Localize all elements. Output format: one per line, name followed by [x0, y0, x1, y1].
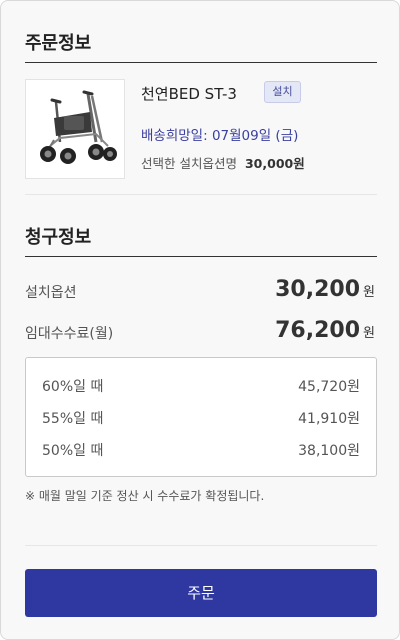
rental-fee-value: 76,200 [275, 318, 361, 343]
section-separator [25, 194, 377, 195]
product-thumbnail[interactable] [25, 79, 125, 179]
settlement-note: ※ 매월 말일 기준 정산 시 수수료가 확정됩니다. [25, 489, 265, 503]
rate-row: 50%일 때 38,100원 [42, 440, 360, 460]
order-button[interactable]: 주문 [25, 569, 377, 617]
billing-info-divider [25, 256, 377, 257]
rate-label: 50%일 때 [42, 443, 104, 459]
rollator-walker-image [40, 90, 117, 164]
rate-value: 41,910원 [298, 411, 360, 427]
rate-label: 60%일 때 [42, 379, 104, 395]
rate-row: 60%일 때 45,720원 [42, 376, 360, 396]
order-info-title: 주문정보 [25, 33, 92, 54]
rental-fee-amount: 76,200 원 [275, 318, 375, 343]
rate-label: 55%일 때 [42, 411, 104, 427]
footer-separator [25, 545, 377, 546]
selected-option-price: 30,000원 [244, 156, 305, 171]
rate-row: 55%일 때 41,910원 [42, 408, 360, 428]
order-card: 주문정보 천연BED ST-3 설치 배송희망일: 07월09일 (금) 선택한 [0, 0, 400, 640]
install-option-label: 설치옵션 [25, 285, 77, 301]
delivery-date: 배송희망일: 07월09일 (금) [141, 128, 299, 144]
selected-option-label: 선택한 설치옵션명 [141, 156, 237, 171]
order-info-divider [25, 62, 377, 63]
rate-value: 38,100원 [298, 443, 360, 459]
install-badge: 설치 [264, 81, 301, 103]
install-option-amount: 30,200 원 [275, 277, 375, 302]
rental-fee-label: 임대수수료(월) [25, 326, 114, 342]
rate-value: 45,720원 [298, 379, 360, 395]
billing-info-title: 청구정보 [25, 227, 92, 248]
install-option-value: 30,200 [275, 277, 361, 302]
product-name: 천연BED ST-3 [141, 85, 237, 103]
rental-fee-unit: 원 [363, 326, 375, 341]
fee-rate-box: 60%일 때 45,720원 55%일 때 41,910원 50%일 때 38,… [25, 357, 377, 477]
install-option-unit: 원 [363, 285, 375, 300]
selected-option: 선택한 설치옵션명 30,000원 [141, 153, 305, 172]
